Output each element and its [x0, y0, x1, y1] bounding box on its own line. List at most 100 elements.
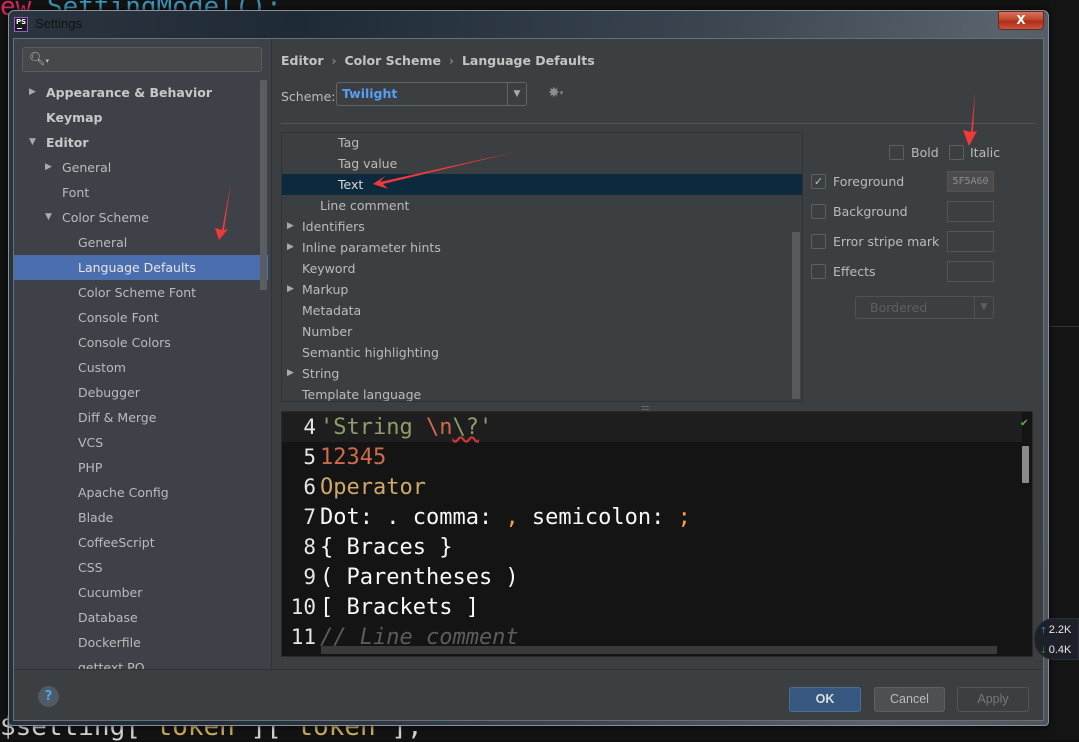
chevron-down-icon[interactable]: ▼: [29, 130, 36, 155]
attribute-tree-item[interactable]: Line comment: [282, 195, 792, 216]
background-color-swatch[interactable]: [947, 201, 994, 222]
code-text: Operator: [320, 475, 426, 500]
dialog-body: 🔍︎▾ ▶ Appearance & Behavior Keymap ▼ Editor ▶…: [13, 38, 1044, 721]
settings-sidebar: 🔍︎▾ ▶ Appearance & Behavior Keymap ▼ Editor ▶…: [14, 39, 272, 669]
sidebar-item[interactable]: Color Scheme Font: [14, 280, 268, 305]
ok-button[interactable]: OK: [789, 687, 861, 712]
foreground-color-swatch[interactable]: 5F5A60: [947, 171, 994, 192]
attribute-tree-item[interactable]: Number: [282, 321, 792, 342]
sidebar-item-label: gettext PO: [78, 660, 145, 669]
sidebar-item[interactable]: ▶ General: [14, 155, 268, 180]
sidebar-item[interactable]: Blade: [14, 505, 268, 530]
attribute-tree-item[interactable]: Metadata: [282, 300, 792, 321]
sidebar-scrollbar[interactable]: [260, 80, 267, 290]
settings-search-input[interactable]: 🔍︎▾: [22, 47, 262, 72]
foreground-label: Foreground: [833, 174, 905, 189]
attribute-tree-item[interactable]: Keyword: [282, 258, 792, 279]
sidebar-item-label: Font: [62, 185, 90, 200]
line-number: 4: [303, 415, 316, 439]
code-token: { Braces }: [320, 535, 453, 560]
sidebar-item[interactable]: Database: [14, 605, 268, 630]
italic-checkbox[interactable]: [949, 145, 964, 160]
scheme-value: Twilight: [342, 86, 398, 101]
attribute-tree-item[interactable]: ▶ Identifiers: [282, 216, 792, 237]
sidebar-item[interactable]: Language Defaults: [14, 255, 268, 280]
chevron-right-icon[interactable]: ▶: [287, 237, 294, 258]
attribute-tree-item[interactable]: ▶ Inline parameter hints: [282, 237, 792, 258]
attribute-tree-item[interactable]: Template language: [282, 384, 792, 401]
sidebar-item-label: General: [78, 235, 128, 250]
settings-tree: ▶ Appearance & Behavior Keymap ▼ Editor ▶ Gene…: [14, 80, 268, 669]
help-button[interactable]: ?: [38, 686, 59, 707]
bold-checkbox[interactable]: [889, 145, 904, 160]
sidebar-item[interactable]: Apache Config: [14, 480, 268, 505]
sidebar-item[interactable]: ▶ Appearance & Behavior: [14, 80, 268, 105]
sidebar-item-label: CoffeeScript: [78, 535, 155, 550]
settings-window: PS Settings X 🔍︎▾ ▶ Appearance & Behavior…: [8, 10, 1049, 726]
sidebar-item[interactable]: CSS: [14, 555, 268, 580]
sidebar-item[interactable]: Custom: [14, 355, 268, 380]
scheme-actions-button[interactable]: ✸▾: [548, 85, 563, 101]
chevron-right-icon[interactable]: ▶: [287, 216, 294, 237]
breadcrumb-item: Language Defaults: [461, 53, 595, 68]
sidebar-item[interactable]: Diff & Merge: [14, 405, 268, 430]
sidebar-item[interactable]: Keymap: [14, 105, 268, 130]
sidebar-item[interactable]: PHP: [14, 455, 268, 480]
checkmark-icon: ✓: [813, 175, 824, 188]
chevron-right-icon[interactable]: ▶: [287, 279, 294, 300]
line-number: 9: [303, 565, 316, 589]
code-preview[interactable]: 11// Line comment 10[ Brackets ] 9( Parent…: [281, 411, 1033, 657]
attribute-tree-item-label: Metadata: [302, 303, 362, 318]
cancel-button[interactable]: Cancel: [874, 687, 945, 712]
sidebar-item[interactable]: gettext PO: [14, 655, 268, 669]
background-label: Background: [833, 204, 908, 219]
sidebar-item[interactable]: Console Font: [14, 305, 268, 330]
error-stripe-checkbox[interactable]: [811, 234, 826, 249]
effect-type-dropdown[interactable]: Bordered ▼: [855, 296, 994, 319]
sidebar-item[interactable]: Console Colors: [14, 330, 268, 355]
sidebar-item[interactable]: Debugger: [14, 380, 268, 405]
sidebar-item[interactable]: ▼ Color Scheme: [14, 205, 268, 230]
apply-button[interactable]: Apply: [957, 687, 1029, 712]
title-bar[interactable]: PS Settings X: [9, 11, 1048, 38]
preview-vertical-scrollbar[interactable]: [1022, 446, 1029, 483]
attributes-tree: Template language ▶ String Semantic highlig…: [281, 132, 803, 402]
attribute-tree-item[interactable]: Tag: [282, 133, 792, 153]
code-token: ': [478, 415, 493, 440]
attribute-tree-item[interactable]: Tag value: [282, 153, 792, 174]
code-token: Dot: . comma:: [320, 505, 506, 530]
sidebar-item-label: Editor: [46, 135, 89, 150]
effects-checkbox[interactable]: [811, 264, 826, 279]
sidebar-item[interactable]: Cucumber: [14, 580, 268, 605]
sidebar-item[interactable]: ▼ Editor: [14, 130, 268, 155]
effects-color-swatch[interactable]: [947, 261, 994, 282]
window-title: Settings: [35, 16, 82, 31]
attributes-scrollbar[interactable]: [792, 232, 800, 399]
attribute-tree-item[interactable]: ▶ String: [282, 363, 792, 384]
attribute-tree-item[interactable]: Text: [282, 174, 802, 195]
chevron-right-icon[interactable]: ▶: [287, 363, 294, 384]
chevron-down-icon: ▼: [507, 83, 526, 105]
foreground-checkbox[interactable]: ✓: [811, 174, 826, 189]
sidebar-item-label: Cucumber: [78, 585, 143, 600]
sidebar-item[interactable]: Dockerfile: [14, 630, 268, 655]
error-stripe-color-swatch[interactable]: [947, 231, 994, 252]
attribute-tree-item[interactable]: ▶ Markup: [282, 279, 792, 300]
scheme-dropdown[interactable]: Twilight ▼: [336, 82, 527, 106]
sidebar-item[interactable]: Font: [14, 180, 268, 205]
chevron-right-icon[interactable]: ▶: [29, 80, 36, 105]
chevron-right-icon[interactable]: ▶: [45, 155, 52, 180]
gear-icon: ✸: [548, 85, 560, 101]
close-button[interactable]: X: [998, 11, 1044, 30]
sidebar-item[interactable]: VCS: [14, 430, 268, 455]
chevron-down-icon[interactable]: ▼: [45, 205, 52, 230]
sidebar-item[interactable]: General: [14, 230, 268, 255]
background-checkbox[interactable]: [811, 204, 826, 219]
sidebar-item[interactable]: CoffeeScript: [14, 530, 268, 555]
arrow-down-icon: 🡓: [1041, 645, 1046, 655]
sidebar-item-label: PHP: [78, 460, 103, 475]
inspection-ok-icon: ✔: [1020, 415, 1028, 429]
preview-horizontal-scrollbar[interactable]: [321, 646, 997, 654]
attribute-tree-item[interactable]: Semantic highlighting: [282, 342, 792, 363]
divider: [281, 123, 1035, 124]
